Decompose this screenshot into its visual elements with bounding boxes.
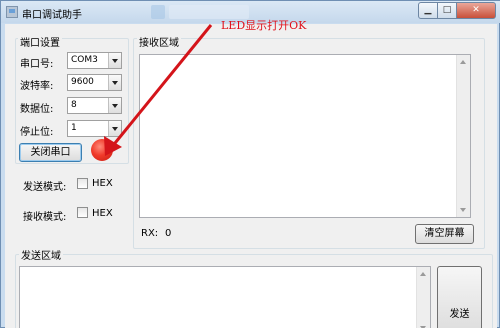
chevron-down-icon[interactable] — [108, 75, 121, 90]
scroll-up-icon[interactable] — [457, 55, 470, 69]
client-area: 端口设置 串口号: COM3 波特率: 9600 数据位: 8 停止位: 1 关… — [5, 24, 497, 328]
receive-hex-label: HEX — [92, 208, 113, 219]
send-button[interactable]: 发送 — [437, 266, 482, 328]
rx-count: 0 — [165, 228, 172, 239]
close-port-button[interactable]: 关闭串口 — [19, 143, 82, 162]
chevron-down-icon[interactable] — [108, 98, 121, 113]
port-settings-title: 端口设置 — [18, 34, 62, 49]
scroll-down-icon[interactable] — [457, 203, 470, 217]
rx-label: RX: — [141, 228, 159, 239]
receive-hex-checkbox[interactable] — [77, 207, 88, 218]
send-hex-label: HEX — [92, 178, 113, 189]
app-window: 串口调试助手 ▁ □ ✕ 端口设置 串口号: COM3 波特率: 9600 数据… — [0, 0, 500, 328]
led-indicator — [91, 139, 113, 161]
receive-mode-label: 接收模式: — [23, 212, 67, 223]
send-textarea[interactable] — [19, 266, 431, 328]
chevron-down-icon[interactable] — [108, 53, 121, 68]
scroll-up-icon[interactable] — [417, 267, 430, 281]
stopbits-label: 停止位: — [20, 127, 54, 138]
send-mode-label: 发送模式: — [23, 182, 67, 193]
baud-label: 波特率: — [20, 81, 54, 92]
port-select[interactable]: COM3 — [67, 52, 122, 69]
chevron-down-icon[interactable] — [108, 121, 121, 136]
send-scrollbar[interactable] — [416, 267, 430, 328]
receive-scrollbar[interactable] — [456, 55, 470, 217]
databits-label: 数据位: — [20, 104, 54, 115]
baud-select[interactable]: 9600 — [67, 74, 122, 91]
clear-screen-button[interactable]: 清空屏幕 — [415, 224, 474, 244]
minimize-button[interactable]: ▁ — [418, 2, 438, 19]
receive-group-title: 接收区域 — [137, 34, 181, 49]
send-group-title: 发送区域 — [19, 247, 63, 262]
databits-select[interactable]: 8 — [67, 97, 122, 114]
stopbits-select[interactable]: 1 — [67, 120, 122, 137]
scroll-down-icon[interactable] — [417, 321, 430, 328]
maximize-button[interactable]: □ — [437, 2, 457, 19]
taskbar-ghost-icon — [151, 5, 165, 19]
close-window-button[interactable]: ✕ — [456, 2, 496, 19]
app-icon — [6, 6, 18, 18]
send-hex-checkbox[interactable] — [77, 178, 88, 189]
window-title: 串口调试助手 — [22, 10, 82, 21]
databits-value: 8 — [71, 100, 77, 110]
annotation-text: LED显示打开OK — [221, 19, 307, 32]
port-value: COM3 — [71, 55, 98, 65]
stopbits-value: 1 — [71, 123, 77, 133]
baud-value: 9600 — [71, 77, 94, 87]
port-label: 串口号: — [20, 59, 54, 70]
receive-textarea[interactable] — [139, 54, 471, 218]
